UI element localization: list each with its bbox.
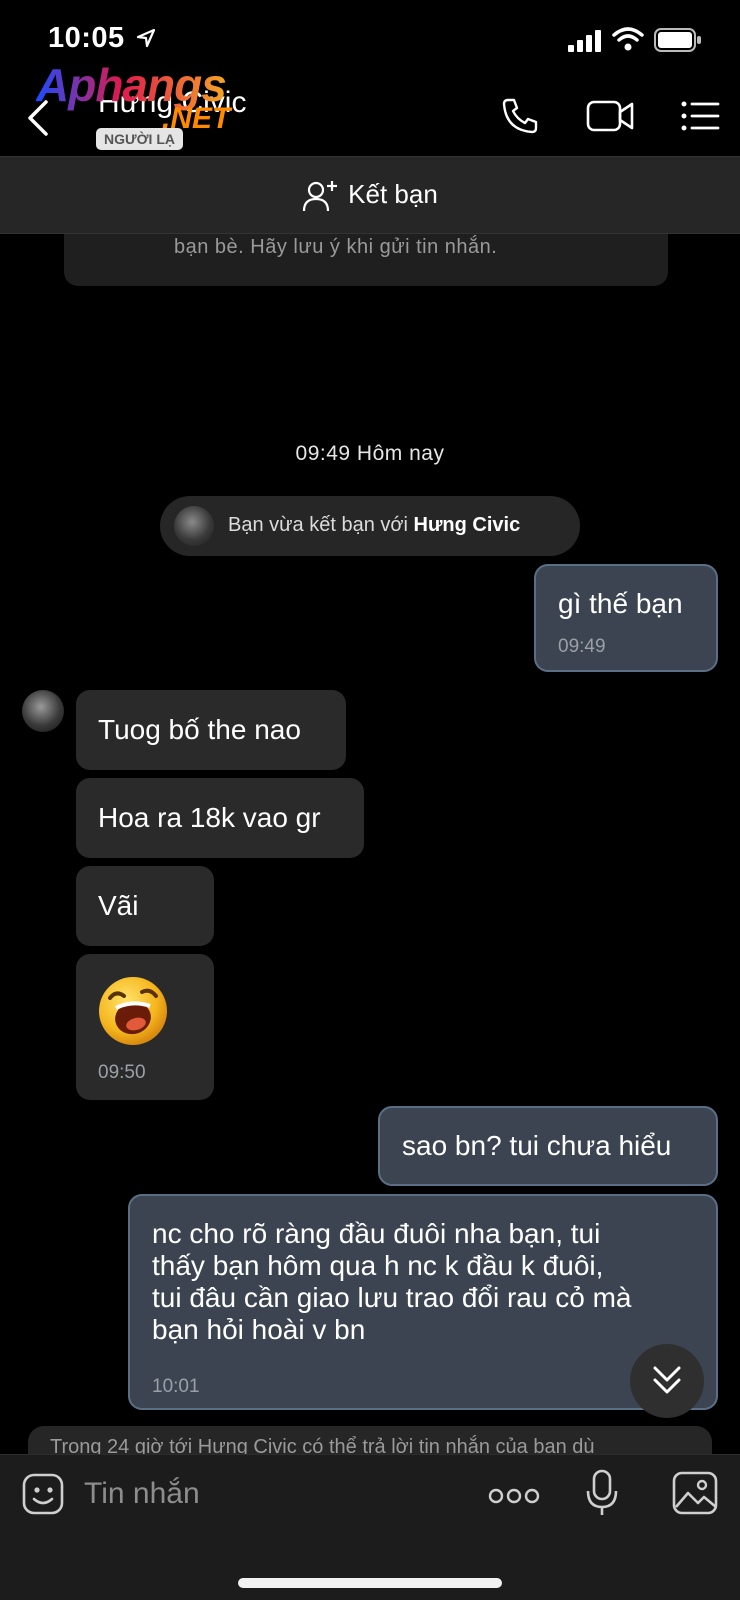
microphone-icon[interactable] (584, 1469, 620, 1517)
add-friend-label[interactable]: Kết bạn (348, 179, 438, 209)
phone-call-icon[interactable] (500, 96, 540, 136)
message-text: Hoa ra 18k vao gr (98, 802, 321, 833)
message-text: gì thế bạn (558, 588, 683, 619)
double-chevron-down-icon (653, 1366, 681, 1394)
message-input[interactable]: Tin nhắn (84, 1477, 200, 1511)
message-text: Tuog bố the nao (98, 714, 301, 745)
add-friend-icon (303, 181, 338, 212)
laughing-face-sticker-icon (99, 977, 167, 1045)
avatar[interactable] (174, 506, 214, 546)
scroll-to-bottom-button[interactable] (630, 1344, 704, 1418)
menu-list-icon[interactable] (680, 96, 720, 136)
message-bubble-incoming[interactable]: Hoa ra 18k vao gr (76, 778, 364, 858)
status-time: 10:05 (48, 22, 125, 54)
system-notice-name: Hưng Civic (413, 514, 521, 536)
more-options-icon[interactable] (488, 1487, 540, 1505)
contact-name[interactable]: Hưng Civic (98, 86, 246, 120)
message-bubble-outgoing[interactable]: gì thế bạn 09:49 (534, 564, 718, 672)
message-text: Vãi (98, 890, 139, 921)
message-bubble-incoming[interactable]: Tuog bố the nao (76, 690, 346, 770)
system-notice-text: Bạn vừa kết bạn với Hưng Civic (228, 514, 520, 537)
message-line: thấy bạn hôm qua h nc k đầu k đuôi, (152, 1250, 604, 1281)
message-time: 09:50 (98, 1062, 146, 1083)
chat-header: Hưng Civic NGƯỜI LẠ Aphangs .NET (0, 59, 740, 156)
cellular-signal-icon (568, 30, 601, 52)
message-bubble-incoming[interactable]: 09:50 (76, 954, 214, 1100)
message-text: nc cho rõ ràng đầu đuôi nha bạn, tui thấ… (152, 1218, 712, 1346)
message-text: sao bn? tui chưa hiểu (402, 1130, 672, 1161)
back-arrow-icon[interactable] (24, 98, 54, 138)
image-gallery-icon[interactable] (672, 1471, 718, 1515)
stranger-badge: NGƯỜI LẠ (96, 128, 183, 150)
wifi-icon (612, 27, 644, 51)
stranger-notice-text: bạn bè. Hãy lưu ý khi gửi tin nhắn. (174, 236, 498, 258)
message-bubble-outgoing[interactable]: sao bn? tui chưa hiểu (378, 1106, 718, 1186)
message-line: tui đâu cần giao lưu trao đổi rau cỏ mà (152, 1282, 632, 1313)
message-line: bạn hỏi hoài v bn (152, 1314, 366, 1345)
sticker-icon[interactable] (22, 1473, 64, 1515)
video-call-icon[interactable] (586, 96, 634, 136)
avatar[interactable] (22, 690, 64, 732)
message-time: 09:49 (558, 636, 606, 657)
battery-icon (654, 28, 701, 52)
add-friend-bar[interactable]: Kết bạn (0, 156, 740, 234)
status-bar: 10:05 (0, 0, 740, 80)
message-line: nc cho rõ ràng đầu đuôi nha bạn, tui (152, 1218, 601, 1249)
message-time: 10:01 (152, 1376, 200, 1397)
message-bubble-incoming[interactable]: Vãi (76, 866, 214, 946)
day-timestamp: 09:49 Hôm nay (295, 442, 445, 465)
home-indicator[interactable] (238, 1578, 502, 1588)
system-friend-notice: Bạn vừa kết bạn với Hưng Civic (160, 496, 580, 556)
location-arrow-icon (136, 28, 156, 48)
system-notice-prefix: Bạn vừa kết bạn với (228, 514, 414, 536)
